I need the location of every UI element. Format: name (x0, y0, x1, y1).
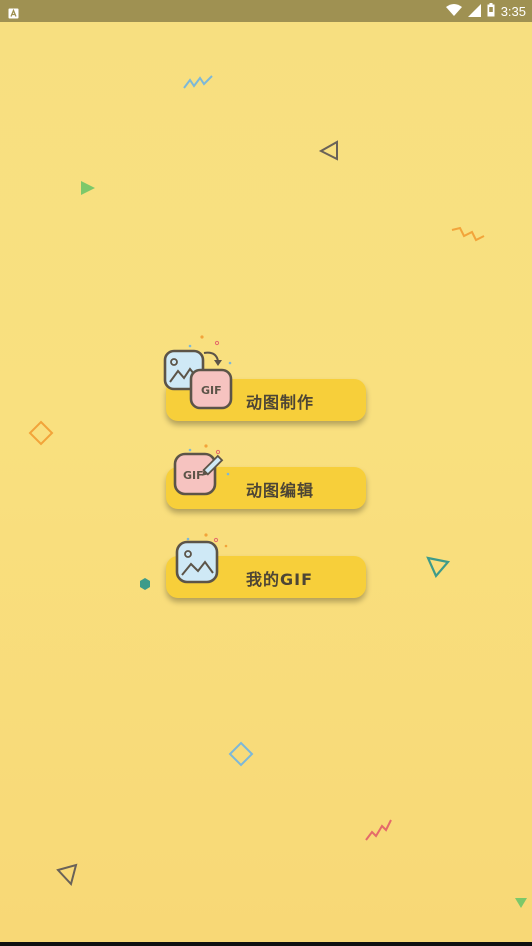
hexagon-decoration (140, 578, 150, 590)
gif-edit-icon: GIF (173, 444, 230, 496)
bottom-edge (0, 942, 532, 946)
my-gif-label: 我的GIF (246, 570, 314, 589)
make-gif-label: 动图制作 (246, 393, 315, 412)
gif-badge-text: GIF (183, 469, 204, 482)
battery-icon (487, 2, 495, 21)
status-bar: 3:35 (0, 0, 532, 22)
diamond-decoration (228, 741, 254, 767)
wifi-icon (445, 2, 462, 21)
edit-gif-label: 动图编辑 (246, 481, 315, 500)
triangle-decoration (515, 898, 527, 908)
gif-badge-text: GIF (201, 384, 222, 397)
diamond-decoration (28, 420, 54, 446)
signal-icon (467, 2, 481, 21)
triangle-decoration (426, 556, 451, 579)
clock: 3:35 (500, 4, 526, 19)
triangle-decoration (318, 140, 338, 161)
image-to-gif-icon: GIF (163, 335, 233, 410)
triangle-decoration (81, 181, 95, 195)
zigzag-decoration (451, 226, 485, 242)
notification-icon (8, 4, 19, 23)
zigzag-decoration (183, 75, 213, 89)
triangle-decoration (56, 863, 78, 887)
my-gallery-icon (175, 533, 228, 584)
zigzag-decoration (365, 819, 392, 841)
